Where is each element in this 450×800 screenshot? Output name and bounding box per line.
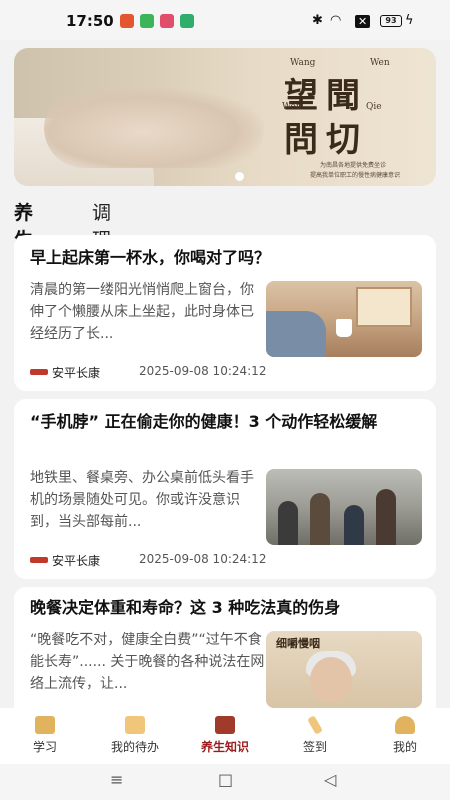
article-summary: 清晨的第一缕阳光悄悄爬上窗台，你伸了个懒腰从床上坐起，此时身体已经经历了长...: [30, 282, 254, 342]
article-card[interactable]: 晚餐决定体重和寿命？这 3 种吃法真的伤身 “晚餐吃不对，健康全白费”“过午不食…: [14, 587, 436, 708]
thumb-face: [310, 657, 352, 703]
book-icon: [35, 716, 55, 734]
nav-checkin[interactable]: 签到: [270, 708, 360, 764]
nav-label: 学习: [32, 740, 57, 754]
status-bar: 17:50 ✱ ◠ ✕ 93 ϟ: [0, 0, 450, 40]
nav-label: 养生知识: [200, 740, 249, 754]
article-card[interactable]: 早上起床第一杯水，你喝对了吗？ 清晨的第一缕阳光悄悄爬上窗台，你伸了个懒腰从床上…: [14, 235, 436, 391]
banner-subtitle-line1: 为南昌各地提供免费坐诊: [320, 162, 387, 169]
app-green2-icon: [180, 14, 194, 28]
article-source: 安平长康: [52, 554, 101, 568]
pen-icon: [307, 715, 323, 735]
todo-icon: [125, 716, 145, 734]
thumb-person: [310, 493, 330, 545]
system-nav-bar: ≡ □ ◁: [0, 764, 450, 800]
article-title: 早上起床第一杯水，你喝对了吗？: [30, 248, 271, 267]
banner-pinyin-wang: Wang: [290, 58, 316, 68]
banner-pinyin-wen2: Wen: [282, 102, 302, 112]
banner-subtitle-line2: 提高我单位职工的慢性病健康意识: [310, 172, 401, 179]
bluetooth-icon: ✱: [312, 13, 323, 28]
battery-icon: 93: [380, 15, 402, 27]
article-title: “手机脖” 正在偷走你的健康！3 个动作轻松缓解: [30, 412, 378, 431]
article-summary: 地铁里、餐桌旁、办公桌前低头看手机的场景随处可见。你或许没意识到，当头部每前..…: [30, 470, 254, 530]
thumb-caption: 细嚼慢咽: [276, 637, 320, 650]
thumb-mug: [336, 319, 352, 337]
article-time: 2025-09-08 10:24:12: [139, 364, 267, 378]
nav-label: 签到: [302, 740, 327, 754]
thumb-person: [278, 501, 298, 545]
banner-title-line2: 問切: [284, 120, 368, 160]
status-time: 17:50: [66, 12, 114, 30]
nav-todo[interactable]: 我的待办: [90, 708, 180, 764]
source-logo-icon: [30, 369, 48, 375]
home-icon[interactable]: □: [218, 770, 233, 789]
article-summary: “晚餐吃不对，健康全白费”“过午不食能长寿”...... 关于晚餐的各种说法在网…: [30, 632, 265, 692]
article-thumbnail: [266, 281, 422, 357]
nav-label: 我的: [392, 740, 417, 754]
source-logo-icon: [30, 557, 48, 563]
nav-label: 我的待办: [110, 740, 159, 754]
nav-health-knowledge[interactable]: 养生知识: [180, 708, 270, 764]
bottom-nav: 学习 我的待办 养生知识 签到 我的: [0, 708, 450, 764]
app-green-icon: [140, 14, 154, 28]
nav-study[interactable]: 学习: [0, 708, 90, 764]
user-icon: [395, 716, 415, 734]
banner-carousel[interactable]: Wang Wen 望聞 Wen Qie 問切 为南昌各地提供免费坐诊 提高我单位…: [14, 48, 436, 186]
wifi-icon: ◠: [330, 13, 342, 28]
carousel-indicator-dot[interactable]: [235, 172, 244, 181]
thumb-person: [344, 505, 364, 545]
app-pink-icon: [160, 14, 174, 28]
thumb-window: [356, 287, 412, 327]
banner-pinyin-wen1: Wen: [370, 58, 390, 68]
charging-icon: ϟ: [405, 13, 414, 28]
article-title: 晚餐决定体重和寿命？这 3 种吃法真的伤身: [30, 598, 341, 617]
app-red-icon: [120, 14, 134, 28]
thumb-bed: [266, 311, 326, 357]
back-icon[interactable]: ◁: [324, 770, 336, 789]
banner-pinyin-qie: Qie: [366, 102, 382, 112]
article-source: 安平长康: [52, 366, 101, 380]
notification-x-icon: ✕: [355, 15, 371, 28]
article-thumbnail: 细嚼慢咽: [266, 631, 422, 708]
banner-hands-image: [44, 88, 264, 168]
article-thumbnail: [266, 469, 422, 545]
nav-profile[interactable]: 我的: [360, 708, 450, 764]
thumb-person: [376, 489, 396, 545]
article-time: 2025-09-08 10:24:12: [139, 552, 267, 566]
health-book-icon: [215, 716, 235, 734]
article-card[interactable]: “手机脖” 正在偷走你的健康！3 个动作轻松缓解 地铁里、餐桌旁、办公桌前低头看…: [14, 399, 436, 579]
menu-icon[interactable]: ≡: [110, 770, 123, 789]
